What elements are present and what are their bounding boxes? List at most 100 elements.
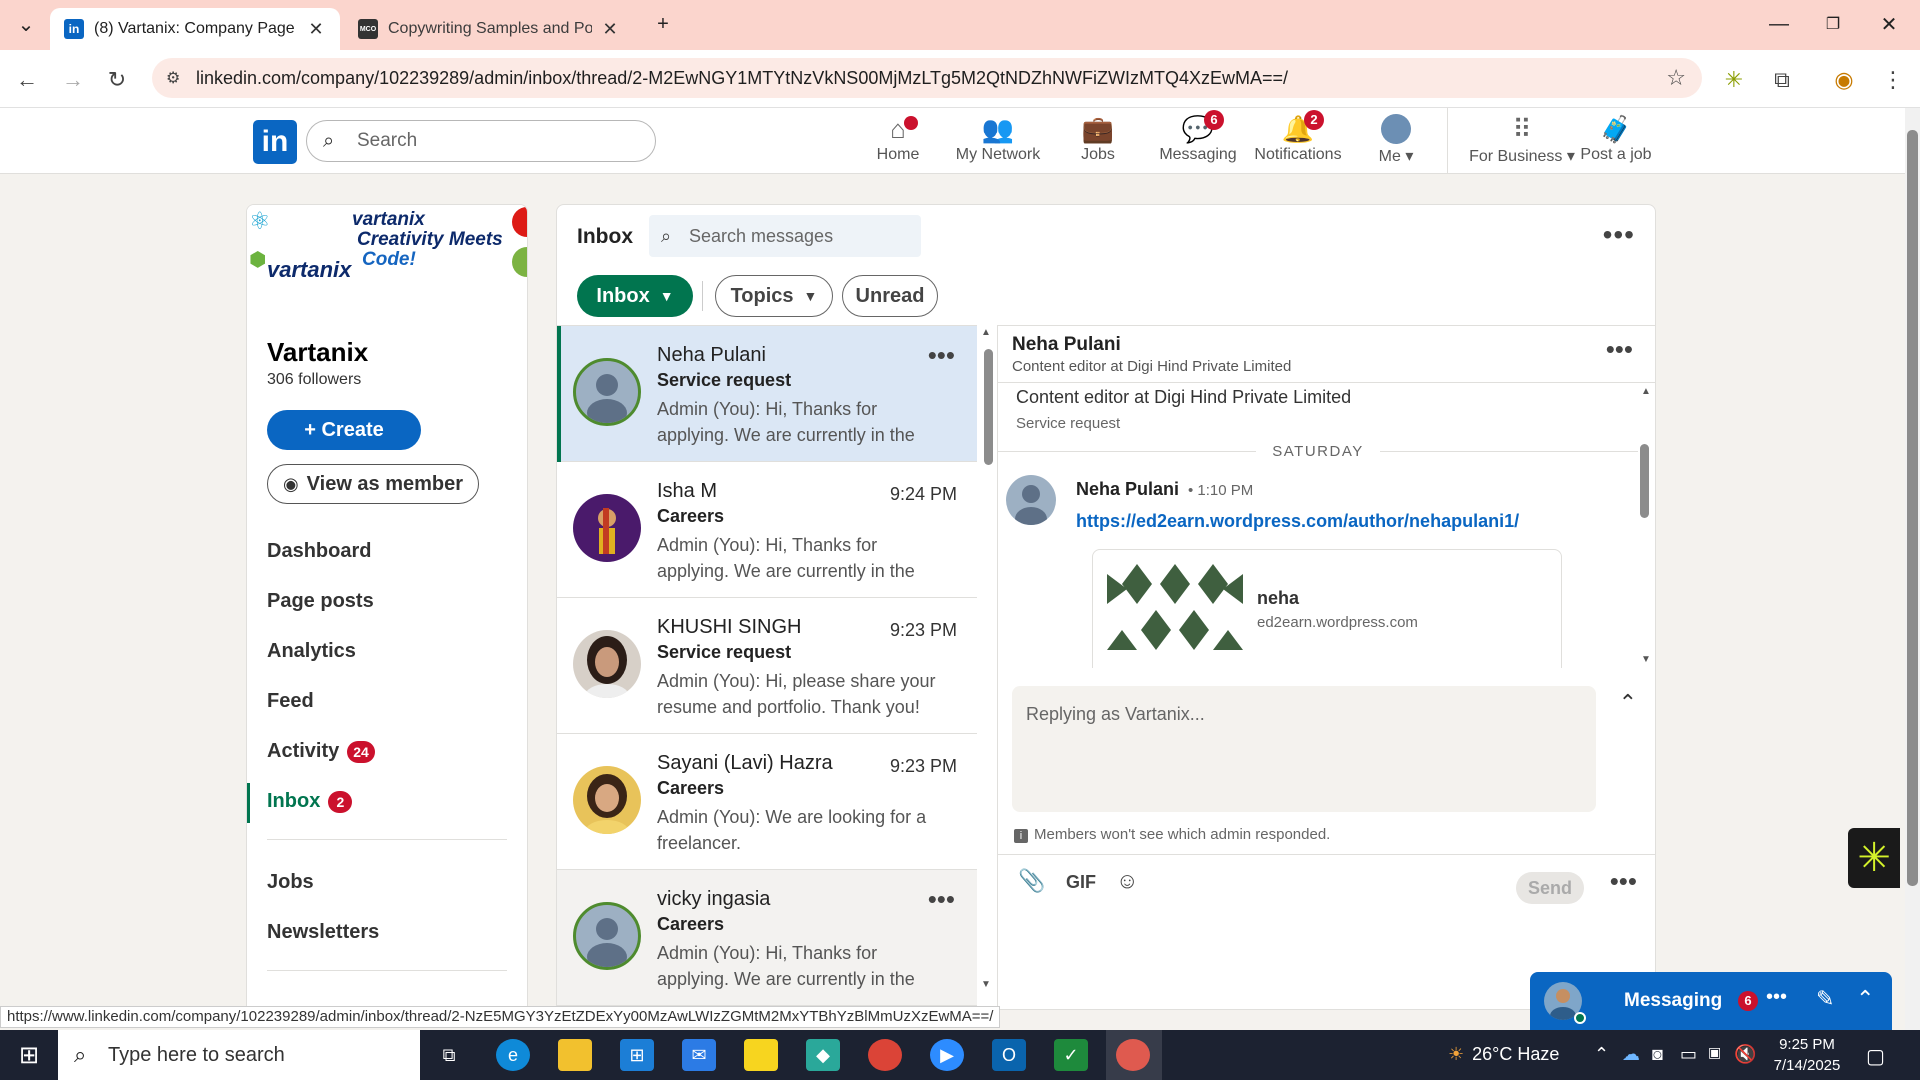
gif-button[interactable]: GIF (1066, 872, 1096, 893)
app-icon[interactable]: ✓ (1054, 1039, 1088, 1071)
network-icon[interactable]: ▣ (1708, 1044, 1721, 1061)
nav-messaging[interactable]: 💬 6 Messaging (1148, 110, 1248, 170)
notification-center-icon[interactable]: ▢ (1866, 1044, 1885, 1069)
file-explorer-icon[interactable] (558, 1039, 592, 1071)
nav-me[interactable]: Me ▾ (1346, 114, 1446, 170)
search-messages-input[interactable]: ⌕ Search messages (649, 215, 921, 257)
tab-linkedin[interactable]: in (8) Vartanix: Company Page Adm ✕ (50, 8, 340, 50)
filter-topics-dropdown[interactable]: Topics ▼ (715, 275, 833, 317)
scroll-down-icon[interactable]: ▼ (981, 979, 991, 990)
global-search-input[interactable]: ⌕ Search (306, 120, 656, 162)
site-info-icon[interactable]: ⚙ (166, 68, 180, 88)
create-button[interactable]: + Create (267, 410, 421, 450)
new-tab-icon[interactable]: + (640, 8, 686, 40)
view-as-member-button[interactable]: ◉ View as member (267, 464, 479, 504)
close-window-icon[interactable]: ✕ (1866, 8, 1912, 40)
list-item[interactable]: Isha M 9:24 PM Careers Admin (You): Hi, … (557, 462, 977, 598)
list-item[interactable]: KHUSHI SINGH 9:23 PM Service request Adm… (557, 598, 977, 734)
sidebar-item-analytics[interactable]: Analytics (267, 640, 356, 663)
bookmark-star-icon[interactable]: ☆ (1666, 65, 1686, 91)
thread-scroll-thumb[interactable] (1640, 444, 1649, 518)
chrome-icon[interactable] (868, 1039, 902, 1071)
taskbar-search-input[interactable]: ⌕ Type here to search (58, 1030, 420, 1080)
extensions-puzzle-icon[interactable]: ⧉ (1765, 63, 1799, 97)
back-icon[interactable]: ← (10, 63, 44, 97)
outlook-icon[interactable]: O (992, 1039, 1026, 1071)
windows-start-icon[interactable]: ⊞ (0, 1030, 58, 1080)
close-tab-icon[interactable]: ✕ (306, 19, 326, 40)
sidebar-item-activity[interactable]: Activity 24 (267, 740, 375, 763)
mail-icon[interactable]: ✉ (682, 1039, 716, 1071)
tab-search-chevron-icon[interactable]: ⌄ (6, 8, 46, 40)
link-preview-card[interactable]: neha ed2earn.wordpress.com (1092, 549, 1562, 668)
nav-my-network[interactable]: 👥 My Network (948, 114, 1048, 170)
filter-unread-button[interactable]: Unread (842, 275, 938, 317)
sticky-notes-icon[interactable] (744, 1039, 778, 1071)
volume-muted-icon[interactable]: 🔇 (1734, 1044, 1756, 1065)
nav-post-job[interactable]: 🧳 Post a job (1566, 114, 1666, 170)
attach-icon[interactable]: 📎 (1018, 868, 1045, 894)
inbox-more-icon[interactable]: ••• (1603, 219, 1635, 251)
message-link[interactable]: https://ed2earn.wordpress.com/author/neh… (1076, 511, 1519, 532)
list-item[interactable]: Neha Pulani Service request Admin (You):… (557, 326, 977, 462)
avatar[interactable] (1006, 475, 1056, 525)
page-scroll-thumb[interactable] (1907, 130, 1918, 886)
camera-icon[interactable]: ◙ (1652, 1044, 1663, 1065)
restore-icon[interactable]: ❐ (1810, 8, 1856, 40)
onedrive-icon[interactable]: ☁ (1622, 1044, 1640, 1065)
forward-icon[interactable]: → (56, 63, 90, 97)
thread-scrollbar[interactable]: ▲ ▼ (1641, 386, 1651, 666)
chevron-up-icon[interactable]: ⌃ (1619, 690, 1637, 716)
compose-more-icon[interactable]: ••• (1610, 866, 1637, 897)
reply-input[interactable]: Replying as Vartanix... (1012, 686, 1596, 812)
chevron-up-icon[interactable]: ⌃ (1594, 1044, 1609, 1065)
company-name[interactable]: Vartanix (267, 337, 368, 368)
conversation-more-icon[interactable]: ••• (928, 340, 955, 371)
list-item[interactable]: Sayani (Lavi) Hazra 9:23 PM Careers Admi… (557, 734, 977, 870)
minimize-icon[interactable]: — (1756, 8, 1802, 40)
sidebar-item-feed[interactable]: Feed (267, 690, 314, 713)
profile-icon[interactable]: ◉ (1827, 63, 1861, 97)
battery-icon[interactable]: ▭ (1680, 1044, 1697, 1065)
close-tab-icon[interactable]: ✕ (600, 19, 620, 40)
emoji-icon[interactable]: ☺ (1116, 868, 1138, 894)
thread-contact-name[interactable]: Neha Pulani (1012, 334, 1121, 356)
linkedin-logo-icon[interactable]: in (253, 120, 297, 164)
nav-jobs[interactable]: 💼 Jobs (1048, 114, 1148, 170)
more-icon[interactable]: ••• (1766, 986, 1787, 1009)
scroll-down-icon[interactable]: ▼ (1641, 654, 1651, 665)
task-view-icon[interactable]: ⧉ (432, 1039, 466, 1071)
assistant-widget-icon[interactable]: ✳ (1848, 828, 1900, 888)
conversation-scroll-thumb[interactable] (984, 349, 993, 465)
nav-home[interactable]: ⌂ Home (848, 114, 948, 170)
taskbar-clock[interactable]: 9:25 PM 7/14/2025 (1762, 1034, 1852, 1076)
nav-notifications[interactable]: 🔔 2 Notifications (1248, 110, 1348, 170)
edge-icon[interactable]: e (496, 1039, 530, 1071)
filter-inbox-dropdown[interactable]: Inbox ▼ (577, 275, 693, 317)
extension-asterisk-icon[interactable]: ✳ (1717, 63, 1751, 97)
chevron-up-icon[interactable]: ⌃ (1856, 986, 1874, 1012)
conversation-more-icon[interactable]: ••• (928, 884, 955, 915)
scroll-up-icon[interactable]: ▲ (1641, 386, 1651, 397)
address-bar[interactable]: ⚙ linkedin.com/company/102239289/admin/i… (152, 58, 1702, 98)
sidebar-item-dashboard[interactable]: Dashboard (267, 540, 371, 563)
sidebar-item-page-posts[interactable]: Page posts (267, 590, 374, 613)
messaging-overlay[interactable]: Messaging 6 ••• ✎ ⌃ (1530, 972, 1892, 1030)
app-icon[interactable]: ◆ (806, 1039, 840, 1071)
list-item[interactable]: vicky ingasia Careers Admin (You): Hi, T… (557, 870, 977, 1006)
weather-widget[interactable]: ☀ 26°C Haze (1448, 1044, 1559, 1065)
compose-icon[interactable]: ✎ (1816, 986, 1834, 1012)
message-sender[interactable]: Neha Pulani (1076, 479, 1179, 500)
store-icon[interactable]: ⊞ (620, 1039, 654, 1071)
zoom-icon[interactable]: ▶ (930, 1039, 964, 1071)
tab-copywriting[interactable]: MCO Copywriting Samples and Portfo ✕ (344, 8, 634, 50)
reload-icon[interactable]: ↻ (100, 63, 134, 97)
sidebar-item-newsletters[interactable]: Newsletters (267, 921, 379, 944)
send-button[interactable]: Send (1516, 872, 1584, 904)
sidebar-item-inbox[interactable]: Inbox 2 (267, 790, 353, 813)
thread-more-icon[interactable]: ••• (1606, 334, 1633, 365)
sidebar-item-jobs[interactable]: Jobs (267, 871, 314, 894)
browser-menu-icon[interactable]: ⋮ (1876, 63, 1910, 97)
scroll-up-icon[interactable]: ▲ (981, 327, 991, 338)
nav-for-business[interactable]: ⠿ For Business ▾ (1462, 114, 1582, 170)
